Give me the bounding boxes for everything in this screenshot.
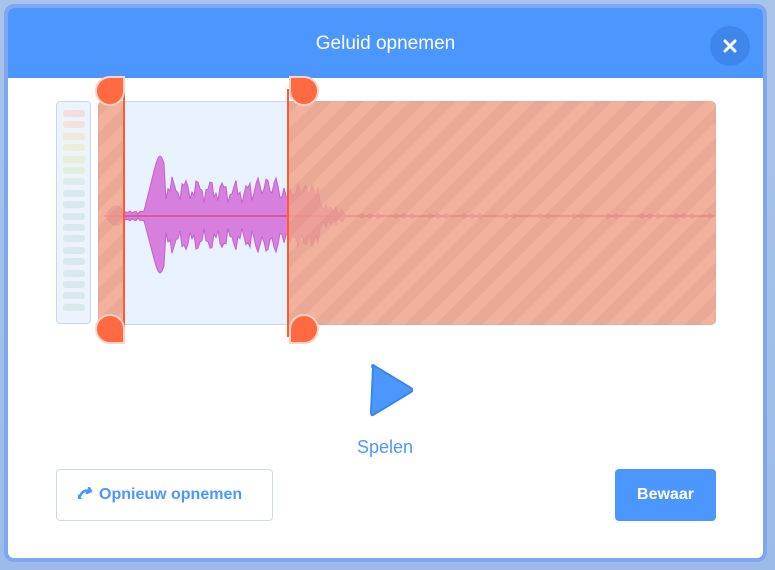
level-meter-bar — [63, 246, 85, 254]
level-meter-bar — [63, 235, 85, 243]
close-icon — [723, 39, 737, 53]
waveform-editor — [95, 76, 716, 344]
level-meter-bar — [63, 269, 85, 277]
level-meter-bar — [63, 189, 85, 197]
dialog-title: Geluid opnemen — [315, 33, 456, 54]
trimmed-region-left — [98, 101, 124, 325]
dialog-header: Geluid opnemen — [8, 8, 763, 78]
level-meter-bar — [63, 258, 85, 266]
level-meter-bar — [63, 167, 85, 174]
level-meter — [56, 101, 91, 324]
undo-icon — [78, 487, 93, 499]
play-button[interactable] — [363, 360, 414, 420]
level-meter-bar — [63, 201, 85, 209]
level-meter-bar — [63, 121, 85, 129]
play-label: Spelen — [356, 437, 414, 457]
level-meter-bar — [63, 110, 85, 117]
level-meter-bar — [63, 281, 85, 288]
level-meter-bar — [63, 144, 85, 152]
trimmed-region-right — [287, 101, 716, 325]
play-icon — [370, 364, 414, 417]
level-meter-bar — [63, 292, 85, 300]
level-meter-bar — [63, 212, 85, 220]
save-button[interactable]: Bewaar — [615, 469, 716, 521]
level-meter-bar — [63, 132, 85, 140]
level-meter-bar — [63, 224, 85, 231]
rerecord-label: Opnieuw opnemen — [99, 486, 243, 503]
level-meter-bar — [63, 155, 85, 163]
level-meter-bar — [63, 303, 85, 311]
close-button[interactable] — [710, 26, 750, 66]
level-meter-bar — [63, 178, 85, 186]
rerecord-button[interactable]: Opnieuw opnemen — [56, 469, 273, 521]
